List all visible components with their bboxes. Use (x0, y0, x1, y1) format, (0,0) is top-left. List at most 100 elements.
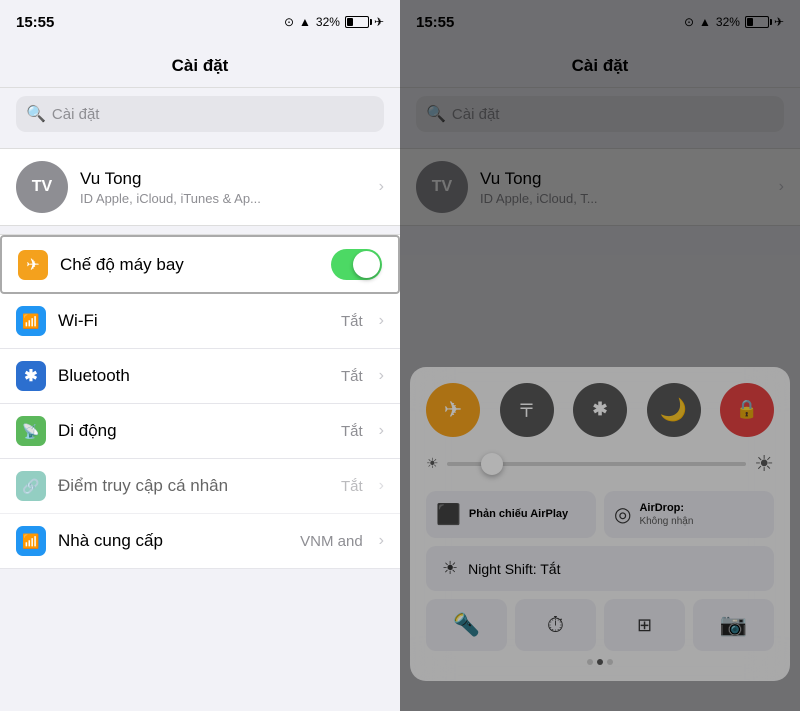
cc-airplay-label: Phản chiếu AirPlay (469, 507, 568, 521)
left-profile-subtitle: ID Apple, iCloud, iTunes & Ap... (80, 191, 367, 206)
right-battery-icon (745, 16, 769, 28)
wifi-row[interactable]: 📶 Wi-Fi Tắt › (0, 294, 400, 349)
right-signal-icon: ⊙ (684, 15, 694, 29)
signal-icon: ⊙ (284, 15, 294, 29)
right-profile-row[interactable]: TV Vu Tong ID Apple, iCloud, T... › (400, 149, 800, 225)
right-search-bar[interactable]: 🔍 Cài đặt (416, 96, 784, 132)
cc-middle-row: ⬛ Phản chiếu AirPlay ◎ AirDrop: Không nh… (426, 491, 774, 538)
brightness-thumb[interactable] (481, 453, 503, 475)
carrier-label: Nhà cung cấp (58, 531, 288, 551)
cc-moon-btn[interactable]: 🌙 (647, 383, 701, 437)
cellular-chevron: › (379, 422, 384, 440)
cc-airdrop-value: Không nhận (639, 515, 693, 528)
right-panel: 15:55 ⊙ ▲ 32% ✈ Cài đặt 🔍 Cài đặt TV Vu … (400, 0, 800, 711)
hotspot-value: Tắt (341, 478, 363, 495)
cc-flashlight-btn[interactable]: 🔦 (426, 599, 507, 651)
airplane-toggle[interactable] (331, 249, 382, 280)
airplane-mode-row[interactable]: ✈ Chế độ máy bay (0, 235, 400, 294)
brightness-min-icon: ☀ (426, 455, 439, 472)
right-status-icons: ⊙ ▲ 32% ✈ (684, 15, 784, 29)
brightness-max-icon: ☀ (754, 451, 774, 477)
cc-page-dots (426, 659, 774, 665)
bluetooth-row[interactable]: ✱ Bluetooth Tắt › (0, 349, 400, 404)
cc-dot-2 (597, 659, 603, 665)
hotspot-chevron: › (379, 477, 384, 495)
hotspot-row[interactable]: 🔗 Điểm truy cập cá nhân Tắt › (0, 459, 400, 514)
left-status-icons: ⊙ ▲ 32% ✈ (284, 15, 384, 29)
right-status-time: 15:55 (416, 14, 454, 31)
cc-airdrop-tile[interactable]: ◎ AirDrop: Không nhận (604, 491, 774, 538)
left-status-time: 15:55 (16, 14, 54, 31)
cc-lock-btn[interactable]: 🔒 (720, 383, 774, 437)
cc-calculator-btn[interactable]: ⊞ (604, 599, 685, 651)
carrier-chevron: › (379, 532, 384, 550)
airplane-status-icon: ✈ (374, 15, 384, 29)
bluetooth-chevron: › (379, 367, 384, 385)
left-profile-name: Vu Tong (80, 169, 367, 189)
left-search-icon: 🔍 (26, 104, 46, 124)
cc-airplay-tile[interactable]: ⬛ Phản chiếu AirPlay (426, 491, 596, 538)
brightness-slider[interactable]: ☀ ☀ (426, 451, 774, 477)
carrier-row[interactable]: 📶 Nhà cung cấp VNM and › (0, 514, 400, 569)
cc-airdrop-icon: ◎ (614, 502, 631, 527)
left-profile-chevron: › (379, 178, 384, 196)
cellular-value: Tắt (341, 423, 363, 440)
left-search-bar[interactable]: 🔍 Cài đặt (16, 96, 384, 132)
right-location-icon: ▲ (699, 15, 711, 29)
left-nav-title: Cài đặt (172, 56, 229, 76)
cc-airdrop-text: AirDrop: Không nhận (639, 501, 693, 528)
left-nav-bar: Cài đặt (0, 44, 400, 88)
cc-bottom-buttons: 🔦 ⏱ ⊞ 📷 (426, 599, 774, 651)
right-profile-section[interactable]: TV Vu Tong ID Apple, iCloud, T... › (400, 148, 800, 226)
left-profile-info: Vu Tong ID Apple, iCloud, iTunes & Ap... (80, 169, 367, 206)
right-search-placeholder: Cài đặt (452, 106, 500, 123)
wifi-label: Wi-Fi (58, 311, 329, 331)
cc-dot-1 (587, 659, 593, 665)
right-airplane-icon: ✈ (774, 15, 784, 29)
left-panel: 15:55 ⊙ ▲ 32% ✈ Cài đặt 🔍 Cài đặt TV Vu … (0, 0, 400, 711)
cc-top-buttons: ✈ 〒 ✱ 🌙 🔒 (426, 383, 774, 437)
right-search-icon: 🔍 (426, 104, 446, 124)
right-profile-info: Vu Tong ID Apple, iCloud, T... (480, 169, 767, 206)
cc-airplane-btn[interactable]: ✈ (426, 383, 480, 437)
cc-night-shift-icon: ☀ (442, 558, 458, 579)
left-profile-row[interactable]: TV Vu Tong ID Apple, iCloud, iTunes & Ap… (0, 149, 400, 225)
brightness-track[interactable] (447, 462, 747, 466)
left-avatar: TV (16, 161, 68, 213)
cellular-row[interactable]: 📡 Di động Tắt › (0, 404, 400, 459)
cc-night-shift[interactable]: ☀ Night Shift: Tắt (426, 546, 774, 591)
right-battery-label: 32% (716, 15, 740, 29)
cc-camera-btn[interactable]: 📷 (693, 599, 774, 651)
cellular-label: Di động (58, 421, 329, 441)
wifi-chevron: › (379, 312, 384, 330)
hotspot-icon: 🔗 (16, 471, 46, 501)
cc-wifi-btn[interactable]: 〒 (500, 383, 554, 437)
right-profile-subtitle: ID Apple, iCloud, T... (480, 191, 767, 206)
hotspot-label: Điểm truy cập cá nhân (58, 476, 329, 496)
cc-timer-btn[interactable]: ⏱ (515, 599, 596, 651)
left-status-bar: 15:55 ⊙ ▲ 32% ✈ (0, 0, 400, 44)
bluetooth-icon: ✱ (16, 361, 46, 391)
cc-night-shift-label: Night Shift: Tắt (468, 561, 560, 577)
control-center[interactable]: ✈ 〒 ✱ 🌙 🔒 ☀ ☀ ⬛ Phản chiếu AirPlay ◎ (410, 367, 790, 681)
left-search-placeholder: Cài đặt (52, 106, 100, 123)
left-profile-section[interactable]: TV Vu Tong ID Apple, iCloud, iTunes & Ap… (0, 148, 400, 226)
carrier-value: VNM and (300, 533, 363, 550)
right-nav-bar: Cài đặt (400, 44, 800, 88)
bluetooth-value: Tắt (341, 368, 363, 385)
cc-airplay-icon: ⬛ (436, 502, 461, 527)
cc-bluetooth-btn[interactable]: ✱ (573, 383, 627, 437)
airplane-icon: ✈ (18, 250, 48, 280)
right-profile-name: Vu Tong (480, 169, 767, 189)
left-settings-group: ✈ Chế độ máy bay 📶 Wi-Fi Tắt › ✱ Bluetoo… (0, 234, 400, 569)
location-icon: ▲ (299, 15, 311, 29)
right-avatar: TV (416, 161, 468, 213)
wifi-value: Tắt (341, 313, 363, 330)
carrier-icon: 📶 (16, 526, 46, 556)
cellular-icon: 📡 (16, 416, 46, 446)
cc-airplay-text: Phản chiếu AirPlay (469, 507, 568, 521)
right-nav-title: Cài đặt (572, 56, 629, 76)
bluetooth-label: Bluetooth (58, 366, 329, 386)
cc-dot-3 (607, 659, 613, 665)
wifi-icon: 📶 (16, 306, 46, 336)
